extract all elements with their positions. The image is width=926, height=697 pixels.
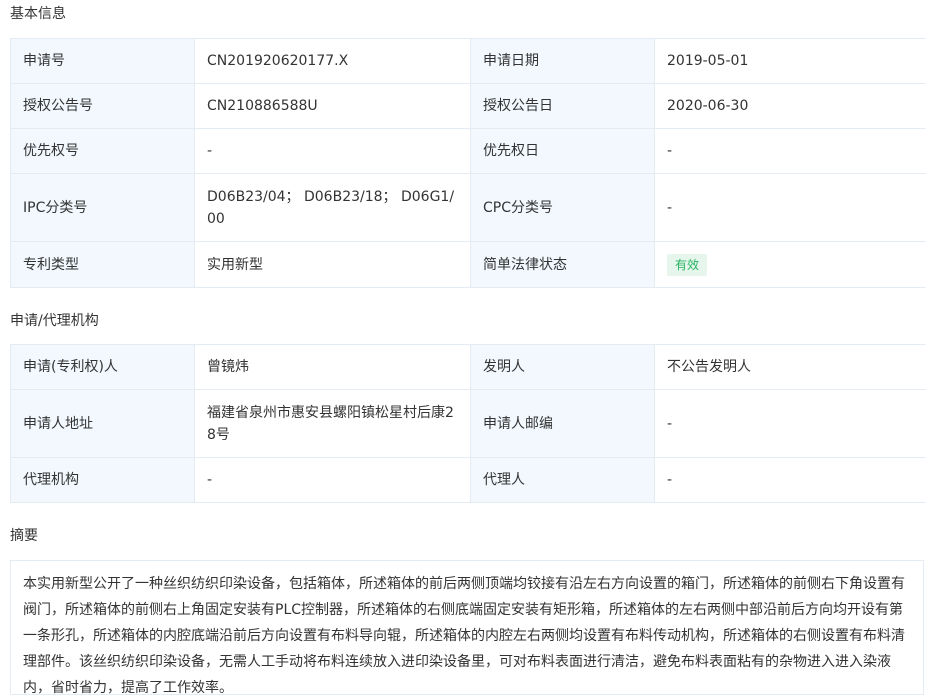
- label-legal-status: 简单法律状态: [470, 241, 655, 288]
- table-row: 申请号 CN201920620177.X 申请日期 2019-05-01: [10, 38, 926, 84]
- value-priority-number: -: [194, 128, 471, 174]
- label-applicant-address: 申请人地址: [10, 389, 195, 458]
- label-applicant: 申请(专利权)人: [10, 344, 195, 390]
- abstract-box: 本实用新型公开了一种丝织纺织印染设备，包括箱体，所述箱体的前后两侧顶端均铰接有沿…: [10, 560, 924, 695]
- value-legal-status-cell: 有效: [654, 241, 926, 288]
- label-application-date: 申请日期: [470, 38, 655, 84]
- table-row: 申请(专利权)人 曾镜炜 发明人 不公告发明人: [10, 344, 926, 390]
- label-priority-date: 优先权日: [470, 128, 655, 174]
- value-applicant-postcode: -: [654, 389, 926, 458]
- table-row: 申请人地址 福建省泉州市惠安县螺阳镇松星村后康28号 申请人邮编 -: [10, 389, 926, 458]
- section-title-abstract: 摘要: [10, 528, 38, 544]
- basic-info-table: 申请号 CN201920620177.X 申请日期 2019-05-01 授权公…: [10, 38, 926, 288]
- value-application-number: CN201920620177.X: [194, 38, 471, 84]
- value-applicant: 曾镜炜: [194, 344, 471, 390]
- label-ipc: IPC分类号: [10, 173, 195, 242]
- table-row: 代理机构 - 代理人 -: [10, 457, 926, 503]
- label-patent-type: 专利类型: [10, 241, 195, 288]
- value-agency: -: [194, 457, 471, 503]
- value-priority-date: -: [654, 128, 926, 174]
- value-inventor: 不公告发明人: [654, 344, 926, 390]
- label-agent: 代理人: [470, 457, 655, 503]
- value-agent: -: [654, 457, 926, 503]
- value-grant-number: CN210886588U: [194, 83, 471, 129]
- label-application-number: 申请号: [10, 38, 195, 84]
- agency-table: 申请(专利权)人 曾镜炜 发明人 不公告发明人 申请人地址 福建省泉州市惠安县螺…: [10, 344, 926, 503]
- label-inventor: 发明人: [470, 344, 655, 390]
- label-grant-number: 授权公告号: [10, 83, 195, 129]
- value-cpc: -: [654, 173, 926, 242]
- value-application-date: 2019-05-01: [654, 38, 926, 84]
- section-title-basic-info: 基本信息: [10, 6, 66, 22]
- table-row: IPC分类号 D06B23/04； D06B23/18； D06G1/00 CP…: [10, 173, 926, 242]
- label-grant-date: 授权公告日: [470, 83, 655, 129]
- label-cpc: CPC分类号: [470, 173, 655, 242]
- table-row: 优先权号 - 优先权日 -: [10, 128, 926, 174]
- value-ipc: D06B23/04； D06B23/18； D06G1/00: [194, 173, 471, 242]
- abstract-text: 本实用新型公开了一种丝织纺织印染设备，包括箱体，所述箱体的前后两侧顶端均铰接有沿…: [23, 576, 905, 695]
- label-applicant-postcode: 申请人邮编: [470, 389, 655, 458]
- status-badge: 有效: [667, 253, 708, 276]
- value-patent-type: 实用新型: [194, 241, 471, 288]
- section-title-agency: 申请/代理机构: [10, 313, 99, 329]
- value-applicant-address: 福建省泉州市惠安县螺阳镇松星村后康28号: [194, 389, 471, 458]
- label-priority-number: 优先权号: [10, 128, 195, 174]
- value-grant-date: 2020-06-30: [654, 83, 926, 129]
- table-row: 授权公告号 CN210886588U 授权公告日 2020-06-30: [10, 83, 926, 129]
- label-agency: 代理机构: [10, 457, 195, 503]
- table-row: 专利类型 实用新型 简单法律状态 有效: [10, 241, 926, 288]
